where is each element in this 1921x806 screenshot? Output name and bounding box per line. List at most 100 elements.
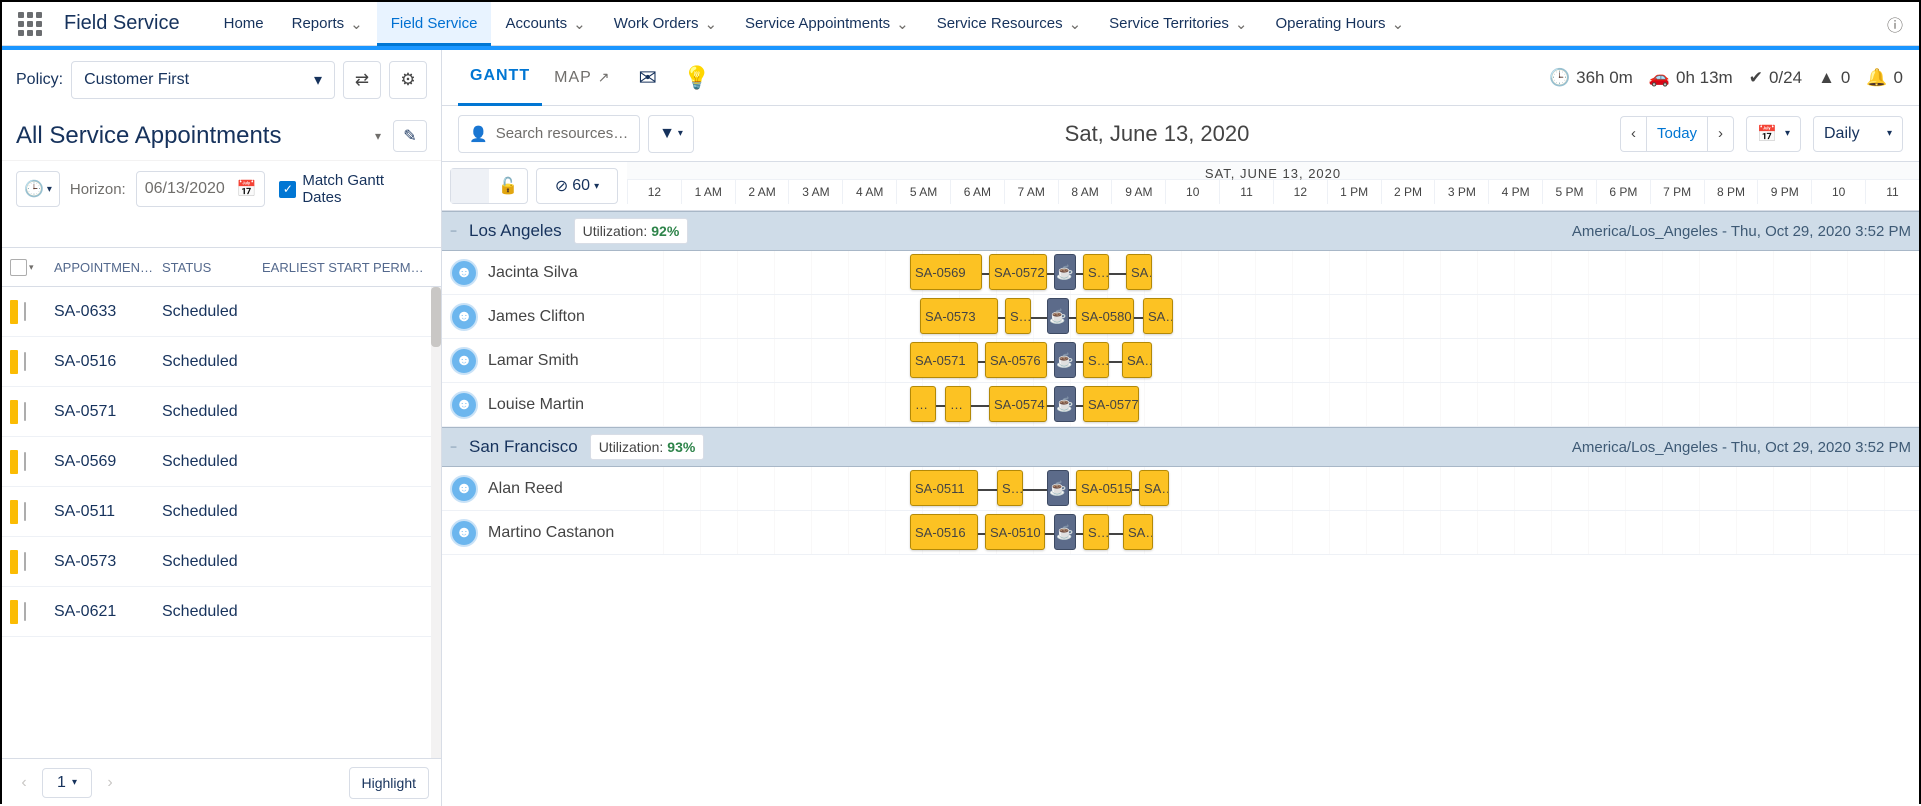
avatar[interactable]: ☻: [450, 519, 478, 547]
chevron-down-icon[interactable]: ▾: [375, 129, 381, 143]
resource-name[interactable]: Martino Castanon: [488, 524, 614, 542]
swap-icon[interactable]: ⇄: [343, 61, 381, 99]
row-checkbox[interactable]: [24, 602, 26, 621]
appointment-row[interactable]: SA-0571Scheduled: [2, 387, 441, 437]
nav-accounts[interactable]: Accounts⌄: [491, 2, 599, 46]
lightbulb-icon[interactable]: 💡: [683, 65, 710, 91]
appointment-block[interactable]: SA-0572: [989, 254, 1047, 290]
appointment-block[interactable]: S…: [1083, 254, 1109, 290]
prev-day-button[interactable]: ‹: [1620, 116, 1646, 152]
time-dropdown[interactable]: 🕒▾: [16, 171, 60, 207]
resource-name[interactable]: James Clifton: [488, 308, 585, 326]
avatar[interactable]: ☻: [450, 475, 478, 503]
territory-header[interactable]: −Los AngelesUtilization: 92%America/Los_…: [442, 211, 1919, 251]
row-checkbox[interactable]: [24, 552, 26, 571]
gear-icon[interactable]: ⚙: [389, 61, 427, 99]
break-block[interactable]: ☕: [1054, 342, 1076, 378]
filter-dropdown[interactable]: ▼▾: [648, 115, 694, 153]
row-checkbox[interactable]: [24, 502, 26, 521]
nav-home[interactable]: Home: [210, 2, 278, 46]
collapse-icon[interactable]: −: [450, 440, 457, 454]
horizon-date-input[interactable]: 06/13/2020 📅: [136, 171, 266, 207]
break-block[interactable]: ☕: [1054, 254, 1076, 290]
resource-name[interactable]: Alan Reed: [488, 480, 563, 498]
nav-field-service[interactable]: Field Service: [377, 2, 492, 46]
appointment-block[interactable]: SA-0510: [985, 514, 1045, 550]
highlight-button[interactable]: Highlight: [349, 767, 429, 799]
timeline-lane[interactable]: …… SA-0574☕SA-0577: [627, 383, 1919, 426]
timeline-lane[interactable]: SA-0571SA-0576☕S…SA…: [627, 339, 1919, 382]
appointment-block[interactable]: SA…: [1143, 298, 1173, 334]
nav-operating-hours[interactable]: Operating Hours⌄: [1262, 2, 1419, 46]
appointment-block[interactable]: SA-0573: [920, 298, 998, 334]
col-earliest[interactable]: EARLIEST START PERM…: [262, 260, 424, 275]
nav-work-orders[interactable]: Work Orders⌄: [600, 2, 731, 46]
appointment-block[interactable]: …: [910, 386, 936, 422]
match-gantt-checkbox[interactable]: ✓ Match Gantt Dates: [279, 172, 427, 206]
app-launcher-icon[interactable]: [18, 12, 42, 36]
prev-page[interactable]: ‹: [14, 774, 34, 792]
appointment-block[interactable]: S…: [1083, 342, 1109, 378]
scale-dropdown[interactable]: Daily▾: [1813, 116, 1903, 152]
appointment-block[interactable]: SA-0577: [1083, 386, 1139, 422]
bell-icon[interactable]: 🔔: [1866, 68, 1887, 88]
appointment-block[interactable]: SA-0569: [910, 254, 982, 290]
row-checkbox[interactable]: [24, 402, 26, 421]
timeline-lane[interactable]: SA-0516SA-0510☕S…SA…: [627, 511, 1919, 554]
territory-header[interactable]: −San FranciscoUtilization: 93%America/Lo…: [442, 427, 1919, 467]
page-select[interactable]: 1▾: [42, 768, 92, 798]
col-status[interactable]: STATUS: [162, 260, 262, 275]
appointment-block[interactable]: SA-0580: [1076, 298, 1134, 334]
appointment-block[interactable]: SA…: [1139, 470, 1169, 506]
next-day-button[interactable]: ›: [1707, 116, 1734, 152]
break-block[interactable]: ☕: [1047, 470, 1069, 506]
break-block[interactable]: ☕: [1047, 298, 1069, 334]
resource-name[interactable]: Louise Martin: [488, 396, 584, 414]
nav-service-appointments[interactable]: Service Appointments⌄: [731, 2, 923, 46]
appointment-block[interactable]: SA-0515: [1076, 470, 1132, 506]
zoom-select[interactable]: ⊘60▾: [536, 168, 618, 204]
appointment-row[interactable]: SA-0633Scheduled: [2, 287, 441, 337]
row-checkbox[interactable]: [24, 302, 26, 321]
avatar[interactable]: ☻: [450, 347, 478, 375]
info-icon[interactable]: ⓘ: [1887, 12, 1903, 36]
nav-service-territories[interactable]: Service Territories⌄: [1095, 2, 1261, 46]
row-checkbox[interactable]: [24, 452, 26, 471]
avatar[interactable]: ☻: [450, 391, 478, 419]
next-page[interactable]: ›: [100, 774, 120, 792]
appointment-block[interactable]: SA-0574: [989, 386, 1047, 422]
today-button[interactable]: Today: [1646, 116, 1707, 152]
appointment-block[interactable]: SA-0516: [910, 514, 978, 550]
edit-listview-icon[interactable]: ✎: [393, 120, 427, 152]
policy-dropdown[interactable]: Customer First ▾: [71, 61, 335, 99]
appointment-block[interactable]: SA…: [1126, 254, 1152, 290]
nav-service-resources[interactable]: Service Resources⌄: [923, 2, 1095, 46]
appointment-block[interactable]: SA…: [1122, 342, 1152, 378]
timeline-lane[interactable]: SA-0569SA-0572☕S… SA…: [627, 251, 1919, 294]
appointment-block[interactable]: …: [945, 386, 971, 422]
appointment-block[interactable]: SA…: [1123, 514, 1153, 550]
resource-name[interactable]: Jacinta Silva: [488, 264, 578, 282]
select-all-checkbox[interactable]: [10, 259, 27, 276]
col-appointment[interactable]: APPOINTMEN…: [54, 260, 162, 275]
search-resources-input[interactable]: 👤 Search resources…: [458, 115, 640, 153]
appointment-block[interactable]: S…: [1005, 298, 1031, 334]
tab-map[interactable]: MAP↗: [542, 50, 622, 106]
appointment-row[interactable]: SA-0569Scheduled: [2, 437, 441, 487]
nav-reports[interactable]: Reports⌄: [278, 2, 377, 46]
break-block[interactable]: ☕: [1054, 386, 1076, 422]
appointment-row[interactable]: SA-0621Scheduled: [2, 587, 441, 637]
appointment-row[interactable]: SA-0573Scheduled: [2, 537, 441, 587]
mail-icon[interactable]: ✉: [639, 65, 657, 91]
appointment-block[interactable]: S…: [1083, 514, 1109, 550]
row-checkbox[interactable]: [24, 352, 26, 371]
scrollbar-thumb[interactable]: [431, 287, 441, 347]
appointment-block[interactable]: SA-0571: [910, 342, 978, 378]
resource-name[interactable]: Lamar Smith: [488, 352, 579, 370]
appointment-row[interactable]: SA-0516Scheduled: [2, 337, 441, 387]
timeline-lane[interactable]: SA-0573S… ☕SA-0580 SA…: [627, 295, 1919, 338]
avatar[interactable]: ☻: [450, 259, 478, 287]
timeline-lane[interactable]: SA-0511S…☕SA-0515SA…: [627, 467, 1919, 510]
appointment-block[interactable]: S…: [997, 470, 1023, 506]
lock-toggle[interactable]: 🔓: [450, 168, 528, 204]
